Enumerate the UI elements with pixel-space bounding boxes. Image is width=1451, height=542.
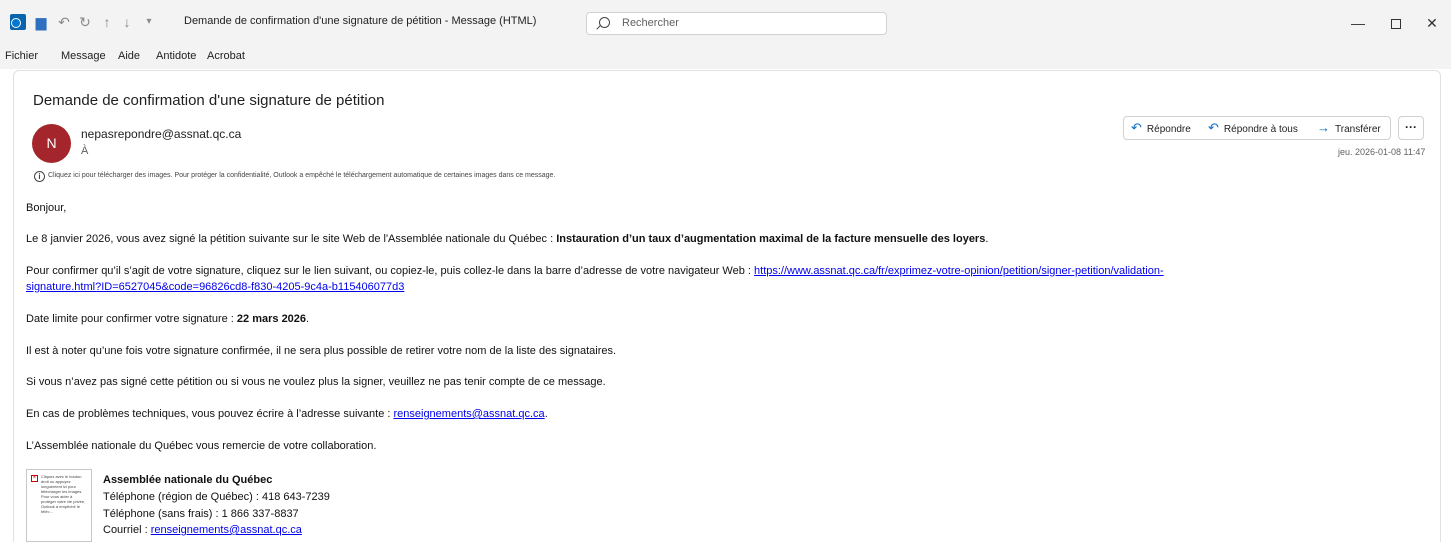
reply-all-icon: ↶ xyxy=(1208,120,1219,135)
forward-icon: → xyxy=(1317,120,1330,135)
signature-phone-free: Téléphone (sans frais) : 1 866 337-8837 xyxy=(103,508,299,520)
maximize-button[interactable] xyxy=(1381,10,1411,36)
outlook-icon[interactable] xyxy=(10,14,26,30)
sender-address[interactable]: nepasrepondre@assnat.qc.ca xyxy=(81,127,241,141)
message-subject: Demande de confirmation d'une signature … xyxy=(33,92,385,109)
sender-avatar[interactable]: N xyxy=(32,124,71,163)
signature-email: Courriel : renseignements@assnat.qc.ca xyxy=(103,524,302,536)
minimize-button[interactable]: — xyxy=(1343,10,1373,36)
signature-name: Assemblée nationale du Québec xyxy=(103,474,273,486)
title-bar: ▆ ↶ ↻ ↑ ↓ ▾ Demande de confirmation d'un… xyxy=(0,0,1451,45)
image-placeholder-text: Cliquez avec le bouton droit ou appuyez … xyxy=(41,474,86,514)
menu-acrobat[interactable]: Acrobat xyxy=(207,50,245,62)
signature-image-placeholder[interactable]: × Cliquez avec le bouton droit ou appuye… xyxy=(26,469,92,542)
window-title: Demande de confirmation d'une signature … xyxy=(184,15,537,27)
paragraph-2-link-continued: signature.html?ID=6527045&code=96826cd8-… xyxy=(26,281,404,293)
redo-icon[interactable]: ↻ xyxy=(76,12,94,32)
validation-link-continued[interactable]: signature.html?ID=6527045&code=96826cd8-… xyxy=(26,281,404,293)
paragraph-2: Pour confirmer qu’il s’agit de votre sig… xyxy=(26,265,1164,277)
download-images-infobar[interactable]: Cliquez ici pour télécharger des images.… xyxy=(48,172,555,179)
menu-message[interactable]: Message xyxy=(61,50,106,62)
greeting: Bonjour, xyxy=(26,202,67,214)
up-icon[interactable]: ↑ xyxy=(98,12,116,32)
paragraph-3: Date limite pour confirmer votre signatu… xyxy=(26,313,310,325)
paragraph-1: Le 8 janvier 2026, vous avez signé la pé… xyxy=(26,233,989,245)
search-box[interactable]: Rechercher xyxy=(586,12,887,35)
paragraph-6: En cas de problèmes techniques, vous pou… xyxy=(26,408,548,420)
search-icon xyxy=(599,17,610,28)
more-actions-button[interactable]: ··· xyxy=(1398,116,1424,140)
paragraph-7: L’Assemblée nationale du Québec vous rem… xyxy=(26,440,377,452)
quick-access-icon[interactable]: ▾ xyxy=(140,12,158,32)
reply-icon: ↶ xyxy=(1131,120,1142,135)
paragraph-5: Si vous n’avez pas signé cette pétition … xyxy=(26,376,606,388)
menu-aide[interactable]: Aide xyxy=(118,50,140,62)
down-icon[interactable]: ↓ xyxy=(118,12,136,32)
forward-button[interactable]: → Transférer xyxy=(1310,116,1391,140)
support-email-link[interactable]: renseignements@assnat.qc.ca xyxy=(393,408,544,420)
broken-image-icon: × xyxy=(31,475,38,482)
to-label: À xyxy=(81,145,89,157)
save-icon[interactable]: ▆ xyxy=(32,12,50,32)
message-date: jeu. 2026-01-08 11:47 xyxy=(1338,147,1426,157)
undo-icon[interactable]: ↶ xyxy=(55,12,73,32)
search-placeholder: Rechercher xyxy=(622,17,679,29)
signature-email-link[interactable]: renseignements@assnat.qc.ca xyxy=(151,524,302,536)
maximize-icon xyxy=(1391,19,1401,30)
menu-antidote[interactable]: Antidote xyxy=(156,50,196,62)
close-button[interactable]: ✕ xyxy=(1417,10,1447,36)
paragraph-4: Il est à noter qu’une fois votre signatu… xyxy=(26,345,617,357)
signature-phone-local: Téléphone (région de Québec) : 418 643-7… xyxy=(103,491,330,503)
validation-link[interactable]: https://www.assnat.qc.ca/fr/exprimez-vot… xyxy=(754,265,1164,277)
menu-bar: Fichier Message Aide Antidote Acrobat xyxy=(0,45,1451,69)
reply-all-button[interactable]: ↶ Répondre à tous xyxy=(1201,116,1311,140)
reply-button[interactable]: ↶ Répondre xyxy=(1123,116,1202,140)
info-icon: i xyxy=(34,171,45,182)
menu-fichier[interactable]: Fichier xyxy=(5,50,38,62)
